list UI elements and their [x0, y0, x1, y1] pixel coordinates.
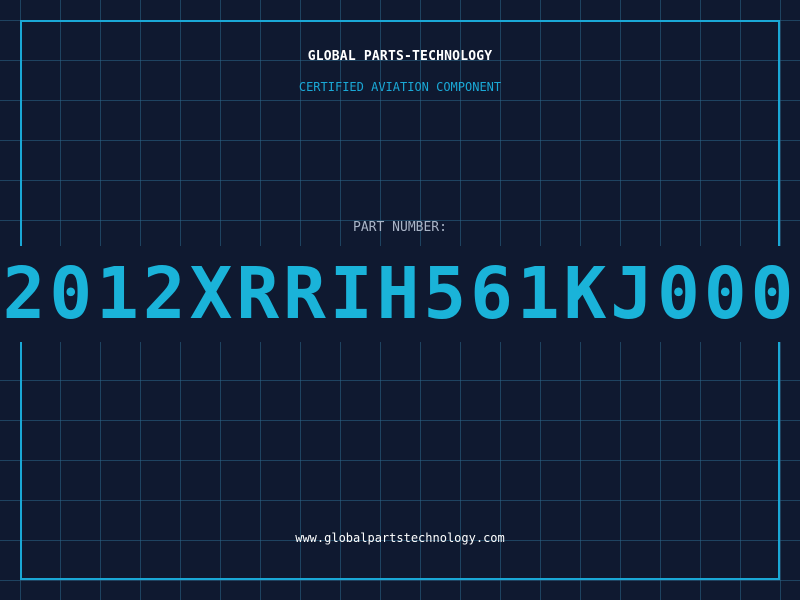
part-number-band: C2012XRRIH561KJ000M	[0, 246, 800, 342]
part-label-card: GLOBAL PARTS-TECHNOLOGY CERTIFIED AVIATI…	[0, 0, 800, 600]
part-number-value: C2012XRRIH561KJ000M	[0, 252, 800, 335]
part-number-label: PART NUMBER:	[353, 220, 447, 235]
company-name: GLOBAL PARTS-TECHNOLOGY	[307, 49, 493, 64]
website-url: www.globalpartstechnology.com	[295, 531, 505, 545]
certification-subtitle: CERTIFIED AVIATION COMPONENT	[298, 80, 502, 94]
